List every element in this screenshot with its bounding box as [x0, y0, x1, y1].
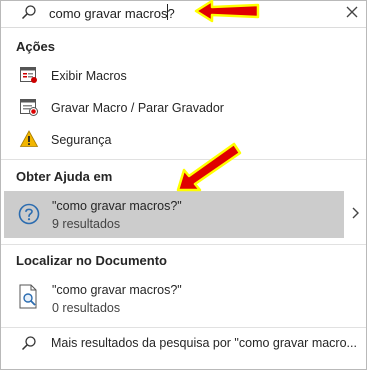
- action-item-exibir-macros[interactable]: Exibir Macros: [1, 63, 366, 87]
- search-dropdown-panel: Ações Exibir Macros Gravar Macro / Parar…: [0, 0, 367, 370]
- document-result-count: 0 resultados: [52, 301, 121, 315]
- divider: [1, 244, 366, 245]
- divider: [1, 327, 366, 328]
- document-search-icon: [19, 284, 37, 309]
- record-macro-icon: [20, 99, 38, 116]
- action-label: Gravar Macro / Parar Gravador: [51, 101, 224, 115]
- more-results-label: Mais resultados da pesquisa por "como gr…: [51, 336, 357, 350]
- section-title-actions: Ações: [16, 39, 56, 54]
- document-result-title: "como gravar macros?": [52, 283, 182, 297]
- divider: [1, 159, 366, 160]
- close-icon[interactable]: [345, 5, 359, 19]
- action-label: Segurança: [51, 133, 112, 147]
- action-label: Exibir Macros: [51, 69, 127, 83]
- section-title-document: Localizar no Documento: [16, 253, 167, 268]
- section-title-help: Obter Ajuda em: [16, 169, 113, 184]
- search-input[interactable]: [49, 4, 199, 22]
- document-result-item[interactable]: "como gravar macros?" 0 resultados: [4, 278, 344, 322]
- more-results-link[interactable]: Mais resultados da pesquisa por "como gr…: [1, 331, 366, 355]
- macros-list-icon: [20, 67, 37, 83]
- warning-icon: [19, 130, 39, 147]
- search-icon: [21, 336, 36, 351]
- action-item-gravar-macro[interactable]: Gravar Macro / Parar Gravador: [1, 95, 366, 119]
- help-result-title: "como gravar macros?": [52, 199, 182, 213]
- text-caret: [167, 4, 168, 20]
- help-result-count: 9 resultados: [52, 217, 121, 231]
- action-item-seguranca[interactable]: Segurança: [1, 127, 366, 151]
- search-bar: [1, 1, 366, 28]
- help-question-icon: [18, 203, 40, 225]
- search-icon: [21, 5, 36, 20]
- chevron-right-icon[interactable]: [351, 206, 361, 220]
- help-result-item[interactable]: "como gravar macros?" 9 resultados: [4, 191, 344, 238]
